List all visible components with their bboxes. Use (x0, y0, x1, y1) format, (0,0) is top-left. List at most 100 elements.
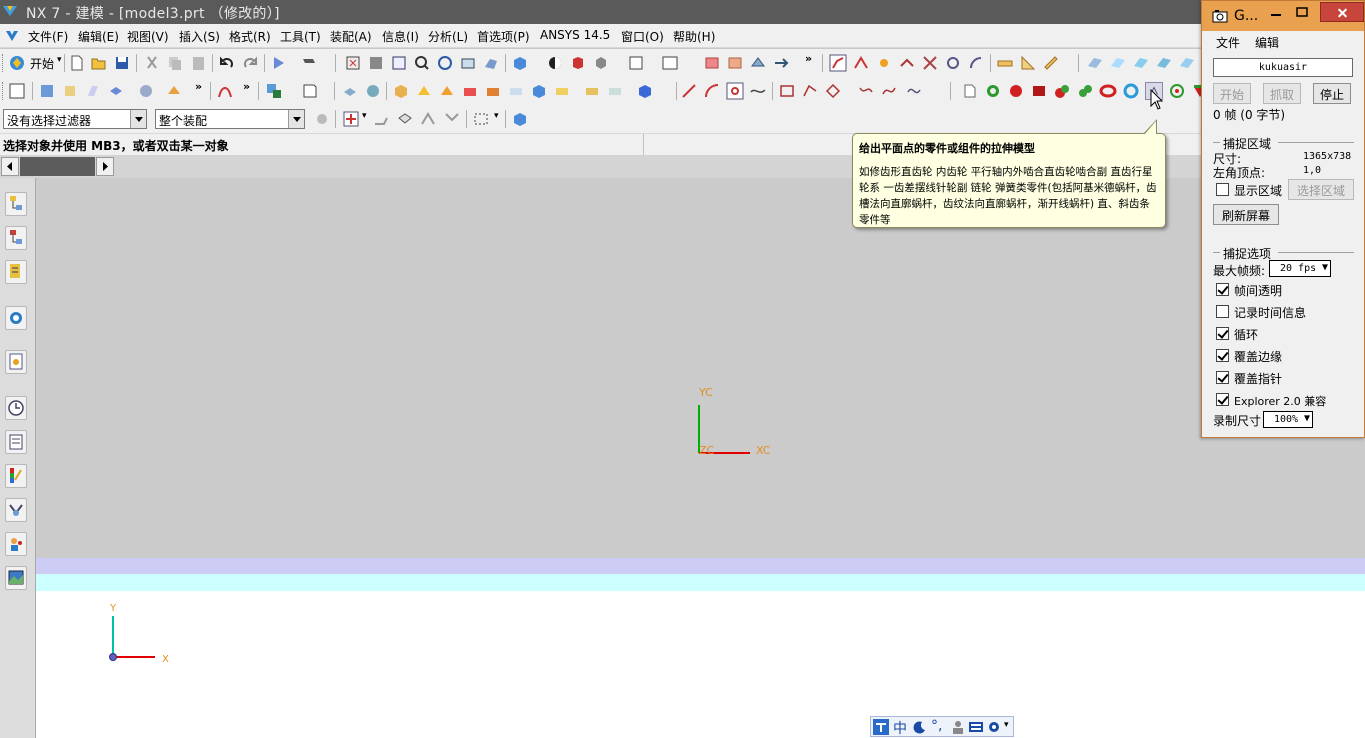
select-feature-icon[interactable] (419, 110, 437, 128)
rotate-icon[interactable] (436, 54, 454, 72)
pocket-icon[interactable] (461, 82, 479, 100)
replace-face-icon[interactable] (1155, 54, 1173, 72)
repeat-command-icon[interactable] (270, 54, 288, 72)
layer-settings-icon[interactable] (627, 54, 645, 72)
snap-control-point-icon[interactable] (898, 54, 916, 72)
rib-icon[interactable] (553, 82, 571, 100)
system-scenes-button[interactable] (5, 566, 27, 590)
sketch-icon[interactable] (749, 54, 767, 72)
toolbar-grip[interactable] (2, 54, 5, 72)
loop-checkbox[interactable] (1216, 327, 1229, 340)
snap-point-icon[interactable] (342, 110, 360, 128)
general-selection-icon[interactable] (313, 110, 331, 128)
offset-face-icon[interactable] (1132, 54, 1150, 72)
arc-icon[interactable] (703, 82, 721, 100)
hide-icon[interactable] (592, 54, 610, 72)
select-region-button[interactable]: 选择区域 (1288, 179, 1354, 200)
refresh-screen-button[interactable]: 刷新屏幕 (1213, 204, 1279, 225)
curve-intersect-icon[interactable] (905, 82, 923, 100)
app-menu-icon[interactable] (4, 28, 20, 44)
overflow-chevron-icon[interactable]: » (195, 80, 202, 93)
snap-intersection-icon[interactable] (921, 54, 939, 72)
menu-help[interactable]: 帮助(H) (673, 28, 715, 45)
record-size-select[interactable]: 100% ▼ (1263, 411, 1313, 428)
max-fps-select[interactable]: 20 fps ▼ (1269, 260, 1331, 277)
assembly-icon[interactable] (703, 54, 721, 72)
menu-insert[interactable]: 插入(S) (179, 28, 220, 45)
orient-view-icon[interactable] (569, 54, 587, 72)
chevron-down-icon[interactable] (130, 110, 146, 128)
measure-body-icon[interactable] (1042, 54, 1060, 72)
grab-button[interactable]: 抓取 (1263, 83, 1301, 104)
show-region-checkbox[interactable] (1216, 183, 1229, 196)
capture-menu-file[interactable]: 文件 (1216, 34, 1240, 51)
part-navigator-button[interactable] (5, 260, 27, 284)
curve-offset-icon[interactable] (801, 82, 819, 100)
menu-tools[interactable]: 工具(T) (280, 28, 321, 45)
block-icon[interactable] (107, 82, 125, 100)
graphics-window[interactable]: YC XC ZC Y X (36, 178, 1365, 738)
zoom-in-out-icon[interactable] (413, 54, 431, 72)
internal-gear-icon[interactable] (1007, 82, 1025, 100)
minimize-icon[interactable] (1266, 5, 1286, 23)
copy-icon[interactable] (166, 54, 184, 72)
punctuation-icon[interactable]: °, (931, 718, 942, 734)
shell-icon[interactable] (636, 82, 654, 100)
curve-icon[interactable] (216, 82, 234, 100)
perspective-icon[interactable] (482, 54, 500, 72)
measure-distance-icon[interactable] (996, 54, 1014, 72)
chevron-down-icon[interactable] (288, 110, 304, 128)
cover-cursor-checkbox[interactable] (1216, 371, 1229, 384)
rectangle-dropdown-icon[interactable]: ▾ (494, 111, 499, 121)
rack-gear-icon[interactable] (1168, 82, 1186, 100)
pan-icon[interactable] (459, 54, 477, 72)
user-icon[interactable] (951, 720, 965, 734)
extrude-body-icon[interactable] (61, 82, 79, 100)
rectangle-select-icon[interactable] (472, 110, 490, 128)
cycloid-gear-icon[interactable] (1076, 82, 1094, 100)
spring-icon[interactable] (1122, 82, 1140, 100)
process-studio-button[interactable] (5, 498, 27, 522)
ime-status-bar[interactable]: 中 °, ▾ (870, 716, 1014, 737)
ime-settings-icon[interactable] (987, 720, 1001, 734)
close-button[interactable] (1320, 2, 1364, 22)
open-folder-icon[interactable] (90, 54, 108, 72)
menu-ansys[interactable]: ANSYS 14.5 (540, 28, 610, 42)
shaded-view-icon[interactable] (511, 54, 529, 72)
stop-button[interactable]: 停止 (1313, 83, 1351, 104)
curve-project-icon[interactable] (824, 82, 842, 100)
paste-icon[interactable] (190, 54, 208, 72)
sphere-icon[interactable] (364, 82, 382, 100)
start-dropdown-icon[interactable]: ▾ (57, 55, 62, 65)
new-file-icon[interactable] (68, 54, 86, 72)
constraint-navigator-button[interactable] (5, 226, 27, 250)
gear-tool-icon[interactable] (984, 82, 1002, 100)
visual-palette-button[interactable] (5, 464, 27, 488)
menu-preferences[interactable]: 首选项(P) (477, 28, 530, 45)
snap-dropdown-icon[interactable]: ▾ (362, 111, 367, 121)
groove-icon[interactable] (507, 82, 525, 100)
select-face-icon[interactable] (443, 110, 461, 128)
pad-icon[interactable] (415, 82, 433, 100)
menu-format[interactable]: 格式(R) (229, 28, 271, 45)
maximize-icon[interactable] (1292, 5, 1312, 23)
keyboard-icon[interactable] (968, 720, 984, 734)
save-icon[interactable] (113, 54, 131, 72)
toolbar-grip[interactable] (2, 82, 5, 100)
blend-icon[interactable] (606, 82, 624, 100)
chamfer-icon[interactable] (583, 82, 601, 100)
start-capture-button[interactable]: 开始 (1213, 83, 1251, 104)
start-icon[interactable] (8, 54, 26, 72)
sweep-icon[interactable] (137, 82, 155, 100)
move-icon[interactable] (772, 54, 790, 72)
box-icon[interactable] (392, 82, 410, 100)
gear-pair-icon[interactable] (1030, 82, 1048, 100)
boss-icon[interactable] (438, 82, 456, 100)
slot-icon[interactable] (530, 82, 548, 100)
select-body-icon[interactable] (396, 110, 414, 128)
frame-transparent-checkbox[interactable] (1216, 283, 1229, 296)
component-icon[interactable] (726, 54, 744, 72)
tab-scroll-right-button[interactable] (96, 157, 114, 176)
selection-icon[interactable] (829, 54, 847, 72)
tab-scroll-left-button[interactable] (1, 157, 19, 176)
